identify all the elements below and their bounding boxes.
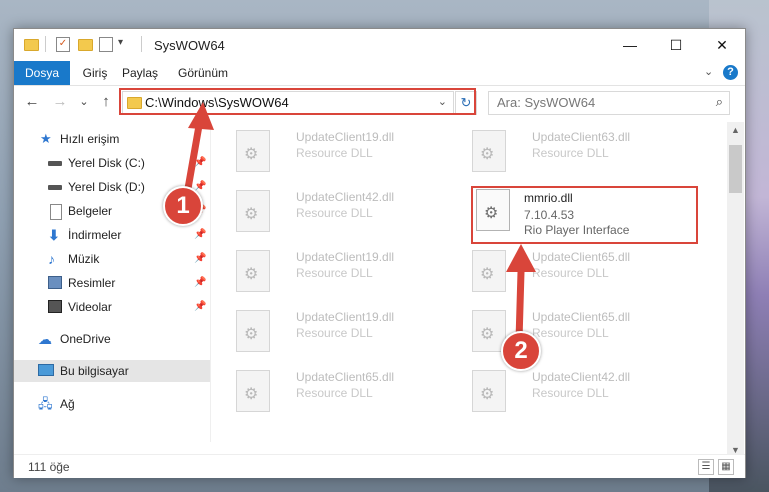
callout-arrows <box>182 102 536 344</box>
arrow-1-head <box>188 102 214 130</box>
arrow-2-shaft <box>515 268 525 344</box>
step-2-badge: 2 <box>501 331 541 371</box>
step-1-badge: 1 <box>163 186 203 226</box>
arrow-2-head <box>506 244 536 272</box>
